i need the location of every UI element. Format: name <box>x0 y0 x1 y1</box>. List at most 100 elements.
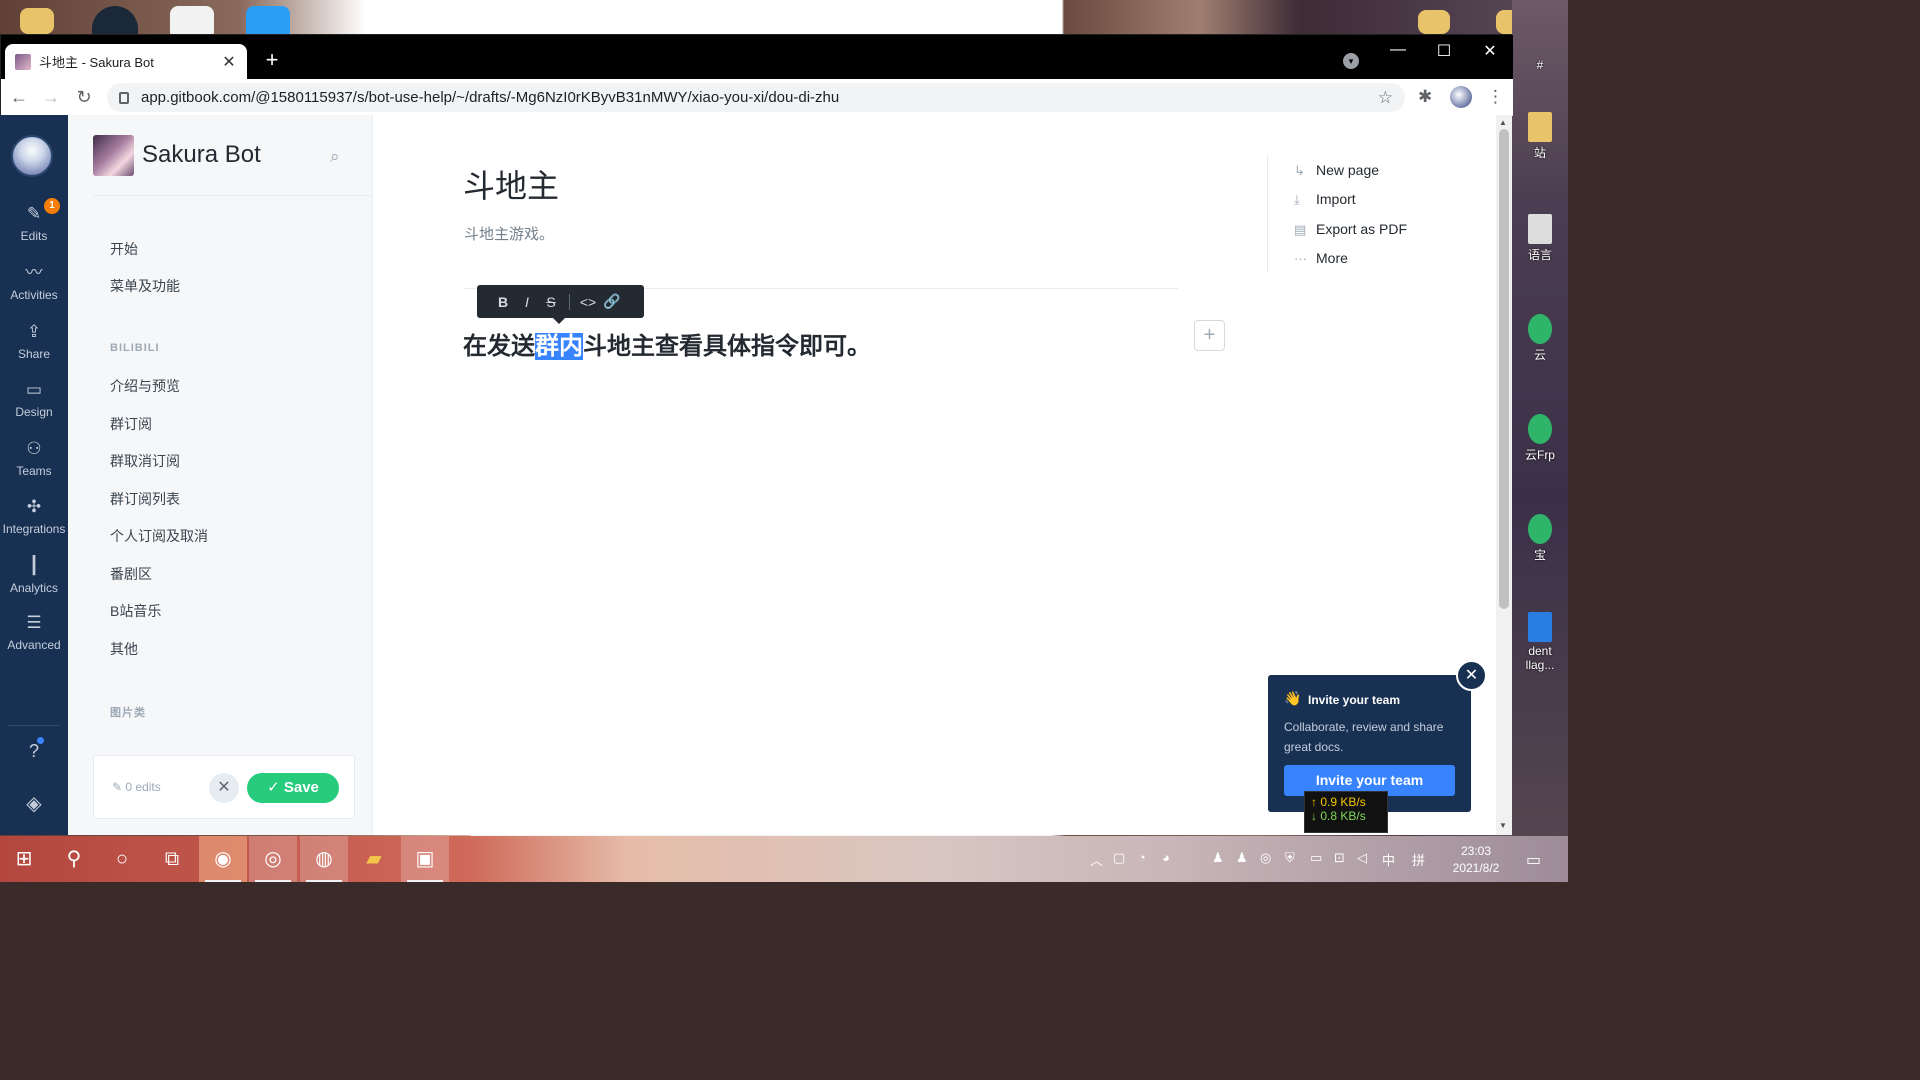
forward-icon[interactable]: → <box>41 87 61 108</box>
browser-menu-icon[interactable]: ⋮ <box>1487 87 1504 107</box>
cortana-icon[interactable]: ○ <box>98 836 146 882</box>
desktop-icon-bao[interactable]: 宝 <box>1516 514 1564 563</box>
export-pdf-action[interactable]: ▤ Export as PDF <box>1294 221 1407 238</box>
bold-icon[interactable]: B <box>491 294 515 310</box>
save-button[interactable]: ✓ Save <box>247 773 339 803</box>
sidebar-group-title: 图片类 <box>110 707 146 719</box>
sidebar-item[interactable]: 群订阅 <box>110 414 152 434</box>
new-tab-icon[interactable]: + <box>261 47 283 73</box>
space-logo[interactable] <box>93 135 134 176</box>
page-title[interactable]: 斗地主 <box>463 161 559 207</box>
link-icon[interactable]: 🔗 <box>600 293 624 310</box>
tray-chevron-icon[interactable]: ︿ <box>1090 850 1103 869</box>
rail-item-analytics[interactable]: ┃ Analytics <box>0 555 68 595</box>
share-icon: ⇪ <box>26 322 42 341</box>
qq-icon[interactable]: ♟ <box>1212 850 1224 866</box>
close-tab-icon[interactable]: ✕ <box>221 52 237 72</box>
rail-item-activities[interactable]: 〰 Activities <box>0 262 68 302</box>
profile-avatar[interactable] <box>1450 86 1472 108</box>
sidebar-item[interactable]: 菜单及功能 <box>110 276 180 296</box>
chrome-icon[interactable]: ◍ <box>300 836 348 882</box>
network-tool-icon[interactable]: ▣ <box>401 836 449 882</box>
anime-app-icon[interactable]: ◉ <box>199 836 247 882</box>
extensions-icon[interactable]: ✱ <box>1418 87 1432 107</box>
code-icon[interactable]: <> <box>576 294 600 310</box>
sidebar-item[interactable]: 开始 <box>110 239 138 259</box>
more-action[interactable]: ··· More <box>1294 250 1348 266</box>
page-scrollbar[interactable]: ▲ ▼ <box>1496 115 1512 835</box>
sidebar-item[interactable]: B站音乐 <box>110 601 161 621</box>
favicon-icon <box>15 53 31 70</box>
sidebar-item[interactable]: 个人订阅及取消 <box>110 526 208 546</box>
edit-bar: ✎ 0 edits ✕ ✓ Save <box>93 755 355 819</box>
space-name[interactable]: Sakura Bot <box>142 141 261 169</box>
italic-icon[interactable]: I <box>515 294 539 310</box>
tab-search-icon[interactable]: ▾ <box>1343 53 1359 69</box>
user-avatar[interactable] <box>11 135 53 177</box>
steam-taskbar-icon[interactable]: ◎ <box>249 836 297 882</box>
reload-icon[interactable]: ↻ <box>74 87 94 108</box>
steam-tray-icon[interactable]: ◎ <box>1260 850 1271 866</box>
import-action[interactable]: ⤓ Import <box>1294 191 1356 208</box>
strikethrough-icon[interactable]: S <box>539 294 563 310</box>
desktop-icon-folder[interactable]: 站 <box>1516 112 1564 161</box>
rail-item-teams[interactable]: ⚇ Teams <box>0 438 68 478</box>
discord-icon[interactable]: ◔ <box>1138 850 1146 865</box>
add-block-button[interactable]: + <box>1194 320 1225 351</box>
new-page-action[interactable]: ↳ New page <box>1294 162 1379 179</box>
bookmark-star-icon[interactable]: ☆ <box>1378 88 1393 108</box>
steam-icon[interactable] <box>92 6 138 34</box>
tray-app-icon[interactable]: ▢ <box>1113 850 1125 866</box>
lock-icon[interactable] <box>119 91 129 104</box>
minimize-icon[interactable]: — <box>1383 41 1413 59</box>
notification-icon[interactable]: ▭ <box>1526 850 1541 870</box>
sidebar-item[interactable]: 番剧区 <box>110 564 152 584</box>
network-icon[interactable]: ⊡ <box>1334 850 1345 866</box>
maximize-icon[interactable]: ☐ <box>1429 41 1459 61</box>
sidebar-item[interactable]: 其他 <box>110 639 138 659</box>
desktop-icon-cloud[interactable]: 云 <box>1516 314 1564 363</box>
search-icon[interactable]: ⚲ <box>50 836 98 882</box>
desktop-icon-doc[interactable]: 语言 <box>1516 214 1564 263</box>
desktop-icon-shield[interactable]: dent llag... <box>1516 612 1564 672</box>
ime-mode-indicator[interactable]: 拼 <box>1412 850 1425 869</box>
search-icon[interactable]: ⌕ <box>330 147 340 167</box>
rail-item-edits[interactable]: ✎ Edits <box>0 203 68 243</box>
rail-item-advanced[interactable]: ☰ Advanced <box>0 612 68 652</box>
scroll-thumb[interactable] <box>1499 129 1509 609</box>
file-explorer-icon[interactable]: ▰ <box>350 836 398 882</box>
task-view-icon[interactable]: ⧉ <box>148 836 196 882</box>
ime-indicator[interactable]: 中 <box>1382 850 1395 869</box>
edit-count[interactable]: ✎ 0 edits <box>112 780 161 794</box>
rail-item-integrations[interactable]: ✣ Integrations <box>0 496 68 536</box>
battery-icon[interactable]: ▭ <box>1310 850 1322 866</box>
spaces-icon[interactable]: ◈ <box>0 791 68 816</box>
desktop-icon-frp[interactable]: 云Frp <box>1516 414 1564 463</box>
help-icon[interactable]: ? <box>0 741 68 762</box>
qq-icon[interactable]: ♟ <box>1236 850 1248 866</box>
volume-icon[interactable]: ◁ <box>1357 850 1367 866</box>
sidebar-item[interactable]: 群订阅列表 <box>110 489 180 509</box>
windows-start-icon[interactable]: ⊞ <box>0 836 48 882</box>
sidebar-item[interactable]: 群取消订阅 <box>110 451 180 471</box>
rail-item-design[interactable]: ▭ Design <box>0 379 68 419</box>
folder-icon[interactable] <box>20 8 54 34</box>
desktop-icon-label[interactable]: # <box>1516 58 1564 72</box>
wave-icon: 👋 <box>1284 690 1302 706</box>
close-icon[interactable]: ✕ <box>1456 660 1487 691</box>
clock[interactable]: 23:03 2021/8/2 <box>1444 843 1508 877</box>
discard-button[interactable]: ✕ <box>209 773 239 803</box>
browser-tab[interactable]: 斗地主 - Sakura Bot ✕ <box>5 44 247 79</box>
scroll-up-icon[interactable]: ▲ <box>1499 118 1507 127</box>
scroll-down-icon[interactable]: ▼ <box>1499 821 1507 830</box>
security-icon[interactable]: ⛨ <box>1285 850 1295 866</box>
address-bar[interactable]: app.gitbook.com/@1580115937/s/bot-use-he… <box>107 83 1405 112</box>
folder-icon[interactable] <box>1418 10 1450 34</box>
heading-block[interactable]: 在发送群内斗地主查看具体指令即可。 <box>463 326 871 361</box>
back-icon[interactable]: ← <box>9 87 29 108</box>
sidebar-item[interactable]: 介绍与预览 <box>110 376 180 396</box>
rail-item-share[interactable]: ⇪ Share <box>0 321 68 361</box>
wechat-icon[interactable]: ◕ <box>1162 850 1170 865</box>
page-description[interactable]: 斗地主游戏。 <box>464 223 554 244</box>
close-window-icon[interactable]: ✕ <box>1475 41 1505 61</box>
